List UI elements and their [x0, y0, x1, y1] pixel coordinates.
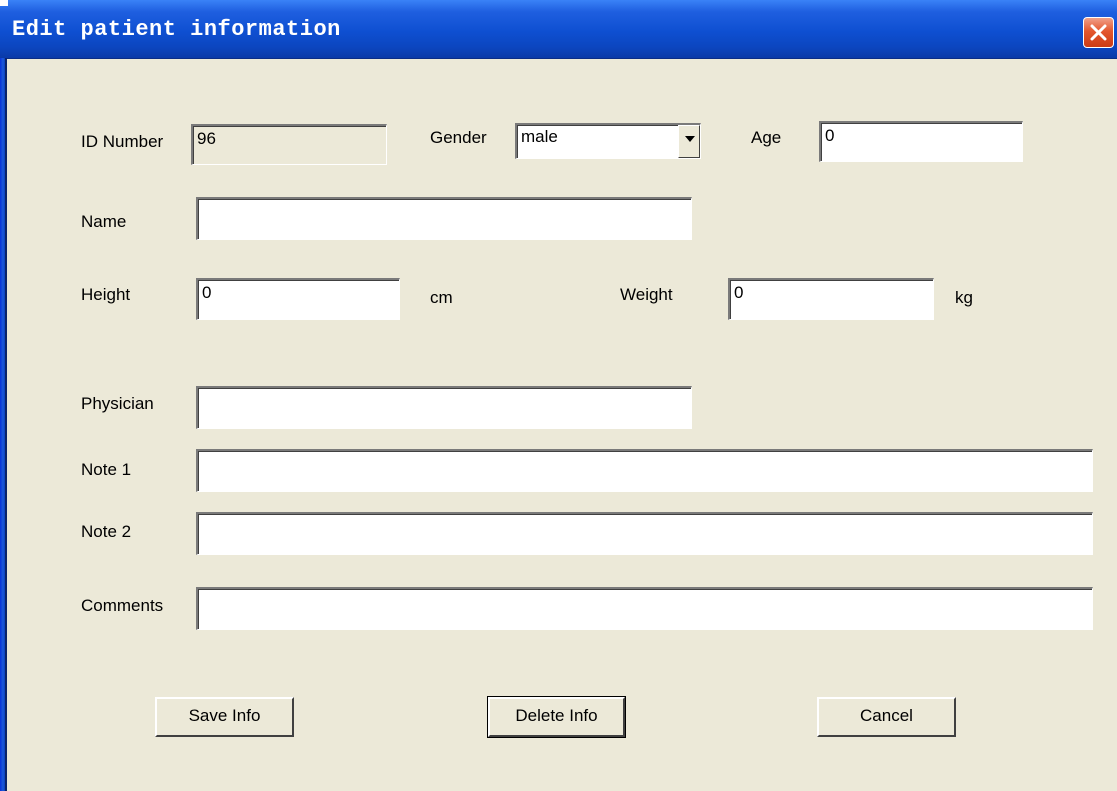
id-number-label: ID Number [81, 132, 164, 151]
gender-label: Gender [430, 128, 487, 147]
name-label: Name [81, 212, 127, 231]
window-title: Edit patient information [12, 17, 341, 42]
title-bar: Edit patient information [0, 0, 1117, 59]
save-info-button[interactable]: Save Info [155, 697, 294, 737]
cancel-button[interactable]: Cancel [817, 697, 956, 737]
chevron-down-icon [685, 136, 695, 142]
comments-label: Comments [81, 596, 164, 615]
gender-select[interactable]: male [515, 123, 701, 159]
physician-input[interactable] [196, 386, 692, 429]
note2-input[interactable] [196, 512, 1093, 555]
height-unit: cm [430, 288, 453, 307]
gender-value: male [521, 127, 558, 146]
weight-unit: kg [955, 288, 973, 307]
delete-info-button[interactable]: Delete Info [487, 696, 626, 738]
height-label: Height [81, 285, 131, 304]
weight-input[interactable]: 0 [728, 278, 934, 320]
title-bar-corner [0, 0, 8, 6]
name-input[interactable] [196, 197, 692, 240]
note2-label: Note 2 [81, 522, 132, 541]
physician-label: Physician [81, 394, 154, 413]
age-label: Age [751, 128, 782, 147]
close-icon [1090, 24, 1107, 41]
age-input[interactable]: 0 [819, 121, 1023, 162]
gender-dropdown-button[interactable] [678, 125, 700, 158]
close-button[interactable] [1083, 17, 1114, 48]
edit-patient-dialog: Edit patient information ID Number 96 Ge… [0, 0, 1117, 791]
note1-label: Note 1 [81, 460, 132, 479]
comments-input[interactable] [196, 587, 1093, 630]
window-left-border [0, 58, 7, 791]
note1-input[interactable] [196, 449, 1093, 492]
height-input[interactable]: 0 [196, 278, 400, 320]
weight-label: Weight [620, 285, 673, 304]
id-number-field: 96 [191, 124, 387, 165]
